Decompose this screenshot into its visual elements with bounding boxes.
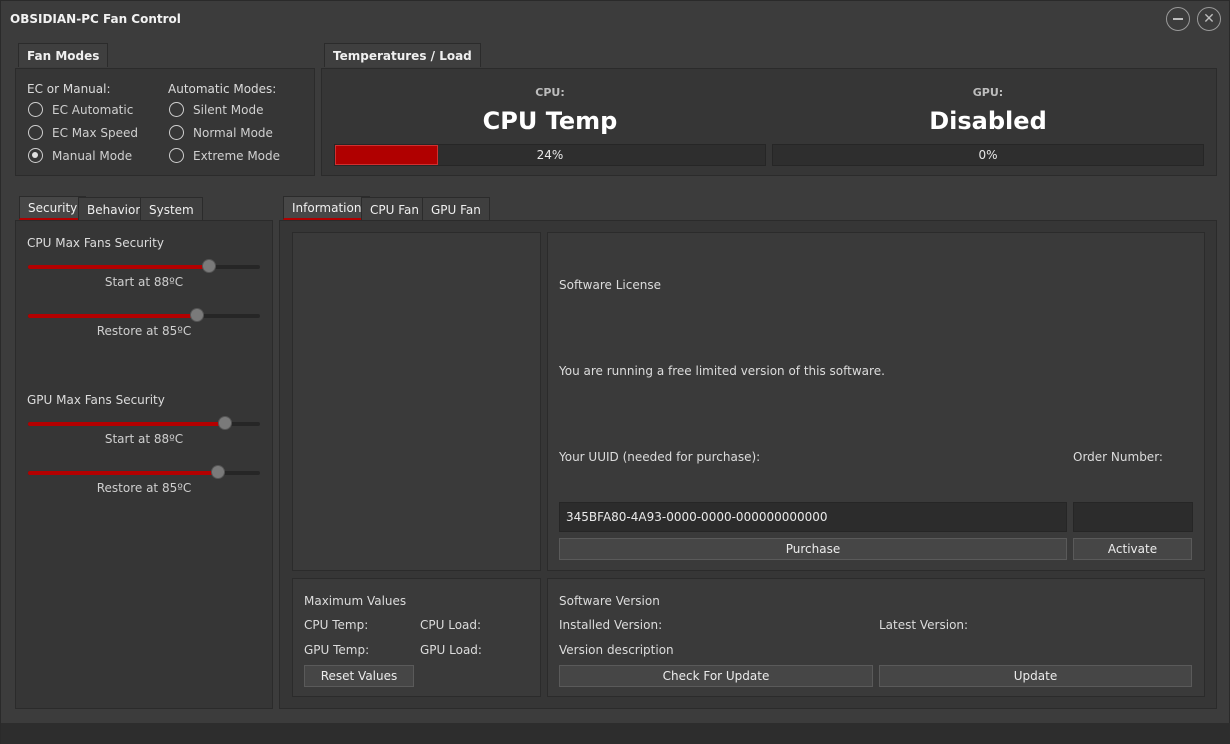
gpu-restore-label: Restore at 85ºC [96, 481, 192, 495]
tab-gpu-fan-label: GPU Fan [431, 202, 481, 217]
version-description: Version description [559, 643, 674, 657]
automatic-modes-title: Automatic Modes: [168, 82, 277, 96]
radio-circle [169, 102, 184, 117]
fan-modes-group: EC or Manual: Automatic Modes: EC Automa… [15, 68, 315, 176]
cpu-load-text: 24% [536, 148, 564, 162]
cpu-restore-slider[interactable] [28, 308, 260, 322]
cpu-temp-value: CPU Temp [482, 107, 618, 135]
radio-extreme-mode[interactable]: Extreme Mode [169, 148, 280, 163]
close-button[interactable]: ✕ [1197, 7, 1221, 31]
uuid-field[interactable]: 345BFA80-4A93-0000-0000-000000000000 [559, 502, 1067, 532]
tab-security-label: Security [28, 200, 78, 215]
tab-temperatures-load-label: Temperatures / Load [333, 48, 472, 63]
slider-fill [28, 422, 226, 426]
minimize-button[interactable] [1166, 7, 1190, 31]
cpu-start-slider[interactable] [28, 259, 260, 273]
tab-behavior[interactable]: Behavior [78, 197, 150, 221]
slider-handle[interactable] [211, 465, 226, 479]
tab-system[interactable]: System [140, 197, 203, 221]
order-number-field[interactable] [1073, 502, 1193, 532]
cpu-heading: CPU: [535, 86, 565, 99]
tab-information[interactable]: Information [283, 196, 371, 220]
radio-label: EC Max Speed [52, 125, 139, 140]
max-values-panel: Maximum Values CPU Temp: CPU Load: GPU T… [292, 578, 541, 697]
tab-temperatures-load[interactable]: Temperatures / Load [324, 43, 481, 67]
information-panel: Software License You are running a free … [279, 220, 1217, 709]
radio-circle [28, 102, 43, 117]
order-number-label: Order Number: [1073, 450, 1163, 464]
uuid-label: Your UUID (needed for purchase): [559, 450, 761, 464]
slider-handle[interactable] [218, 416, 233, 430]
temperatures-group: CPU: CPU Temp 24% GPU: Disabled 0% [321, 68, 1217, 176]
radio-silent-mode[interactable]: Silent Mode [169, 102, 264, 117]
reset-values-button[interactable]: Reset Values [304, 665, 414, 687]
radio-label: Extreme Mode [193, 148, 281, 163]
gpu-start-slider[interactable] [28, 416, 260, 430]
close-icon: ✕ [1203, 11, 1215, 27]
cpu-start-label: Start at 88ºC [104, 275, 184, 289]
app-window: OBSIDIAN-PC Fan Control ✕ Fan Modes EC o… [0, 0, 1230, 744]
version-title: Software Version [559, 594, 660, 608]
tab-security[interactable]: Security [19, 196, 87, 220]
license-title: Software License [559, 278, 661, 292]
slider-fill [28, 471, 219, 475]
tab-gpu-fan[interactable]: GPU Fan [422, 197, 490, 221]
purchase-button[interactable]: Purchase [559, 538, 1067, 560]
tab-cpu-fan-label: CPU Fan [370, 202, 419, 217]
activate-button[interactable]: Activate [1073, 538, 1192, 560]
cpu-security-title: CPU Max Fans Security [27, 236, 164, 250]
check-update-button[interactable]: Check For Update [559, 665, 873, 687]
license-panel: Software License You are running a free … [547, 232, 1205, 571]
slider-handle[interactable] [190, 308, 205, 322]
gpu-heading: GPU: [972, 86, 1004, 99]
minimize-icon [1173, 18, 1183, 20]
radio-manual-mode[interactable]: Manual Mode [28, 148, 132, 163]
status-bar [1, 723, 1230, 744]
radio-label: EC Automatic [52, 102, 134, 117]
cpu-restore-label: Restore at 85ºC [96, 324, 192, 338]
gpu-start-label: Start at 88ºC [104, 432, 184, 446]
cpu-temp-max-label: CPU Temp: [304, 618, 369, 632]
radio-label: Manual Mode [52, 148, 133, 163]
radio-ec-automatic[interactable]: EC Automatic [28, 102, 133, 117]
version-panel: Software Version Installed Version: Late… [547, 578, 1205, 697]
gpu-load-text: 0% [978, 148, 998, 162]
latest-version-label: Latest Version: [879, 618, 969, 632]
tab-fan-modes-label: Fan Modes [27, 48, 100, 63]
cpu-load-bar: 24% [334, 144, 766, 166]
radio-circle-selected [28, 148, 43, 163]
gpu-security-title: GPU Max Fans Security [27, 393, 165, 407]
gpu-load-bar: 0% [772, 144, 1204, 166]
slider-fill [28, 265, 209, 269]
gpu-temp-max-label: GPU Temp: [304, 643, 370, 657]
gpu-temp-value: Disabled [929, 107, 1047, 135]
window-title: OBSIDIAN-PC Fan Control [10, 12, 181, 26]
radio-normal-mode[interactable]: Normal Mode [169, 125, 273, 140]
radio-circle [28, 125, 43, 140]
slider-fill [28, 314, 198, 318]
update-button[interactable]: Update [879, 665, 1192, 687]
radio-label: Silent Mode [193, 102, 264, 117]
tab-cpu-fan[interactable]: CPU Fan [361, 197, 428, 221]
license-message: You are running a free limited version o… [559, 364, 885, 378]
info-image-panel [292, 232, 541, 571]
tab-behavior-label: Behavior [87, 202, 141, 217]
slider-handle[interactable] [201, 259, 216, 273]
gpu-restore-slider[interactable] [28, 465, 260, 479]
tab-fan-modes[interactable]: Fan Modes [18, 43, 109, 67]
radio-circle [169, 125, 184, 140]
security-panel: CPU Max Fans Security Start at 88ºC Rest… [15, 220, 273, 709]
tab-information-label: Information [292, 200, 362, 215]
radio-label: Normal Mode [193, 125, 273, 140]
installed-version-label: Installed Version: [559, 618, 663, 632]
cpu-load-max-label: CPU Load: [420, 618, 482, 632]
radio-circle [169, 148, 184, 163]
tab-system-label: System [149, 202, 194, 217]
ec-manual-title: EC or Manual: [27, 82, 111, 96]
gpu-load-max-label: GPU Load: [420, 643, 482, 657]
radio-ec-max-speed[interactable]: EC Max Speed [28, 125, 138, 140]
max-values-title: Maximum Values [304, 594, 407, 608]
